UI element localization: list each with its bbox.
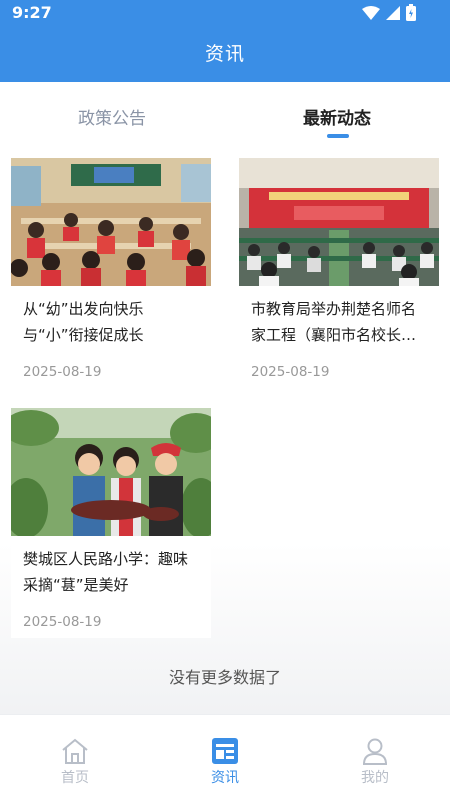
news-card-title: 樊城区人民路小学：趣味采摘“葚”是美好 bbox=[23, 550, 189, 594]
classroom-children-photo bbox=[11, 158, 211, 286]
children-picking-mulberries-photo bbox=[11, 408, 211, 536]
nav-mine[interactable]: 我的 bbox=[345, 737, 405, 787]
bottom-navigation: 首页 资讯 我的 bbox=[0, 714, 450, 794]
profile-icon bbox=[345, 737, 405, 765]
tab-latest-news[interactable]: 最新动态 bbox=[303, 104, 371, 129]
nav-home-label: 首页 bbox=[61, 770, 89, 786]
no-more-data-text: 没有更多数据了 bbox=[168, 668, 281, 687]
news-card-date: 2025-08-19 bbox=[23, 364, 102, 380]
nav-news[interactable]: 资讯 bbox=[195, 737, 255, 787]
tab-bar: 政策公告 最新动态 bbox=[0, 82, 450, 144]
active-tab-indicator bbox=[327, 134, 349, 138]
news-icon bbox=[195, 737, 255, 765]
status-time: 9:27 bbox=[12, 3, 52, 22]
news-card-title: 市教育局举办荆楚名师名家工程（襄阳市名校长… bbox=[251, 300, 417, 344]
app-header: 资讯 bbox=[0, 28, 450, 82]
status-bar: 9:27 bbox=[0, 0, 450, 28]
nav-home[interactable]: 首页 bbox=[45, 737, 105, 787]
nav-mine-label: 我的 bbox=[361, 770, 389, 786]
news-card[interactable]: 从“幼”出发向快乐 与“小”衔接促成长 2025-08-19 bbox=[11, 158, 211, 388]
wifi-icon bbox=[362, 5, 380, 20]
news-card[interactable]: 樊城区人民路小学：趣味采摘“葚”是美好 2025-08-19 bbox=[11, 408, 211, 638]
page-title: 资讯 bbox=[204, 43, 245, 65]
news-card-date: 2025-08-19 bbox=[23, 614, 102, 630]
signal-icon bbox=[386, 5, 400, 20]
status-icons bbox=[362, 4, 416, 21]
tab-policy-announcements[interactable]: 政策公告 bbox=[78, 104, 146, 129]
news-card-date: 2025-08-19 bbox=[251, 364, 330, 380]
news-list: 从“幼”出发向快乐 与“小”衔接促成长 2025-08-19 市教育局举办荆楚名… bbox=[0, 144, 450, 714]
battery-icon bbox=[406, 4, 416, 21]
home-icon bbox=[45, 737, 105, 765]
news-card-title: 从“幼”出发向快乐 与“小”衔接促成长 bbox=[23, 300, 144, 344]
nav-news-label: 资讯 bbox=[211, 770, 239, 786]
conference-hall-photo bbox=[239, 158, 439, 286]
news-card[interactable]: 市教育局举办荆楚名师名家工程（襄阳市名校长… 2025-08-19 bbox=[239, 158, 439, 388]
